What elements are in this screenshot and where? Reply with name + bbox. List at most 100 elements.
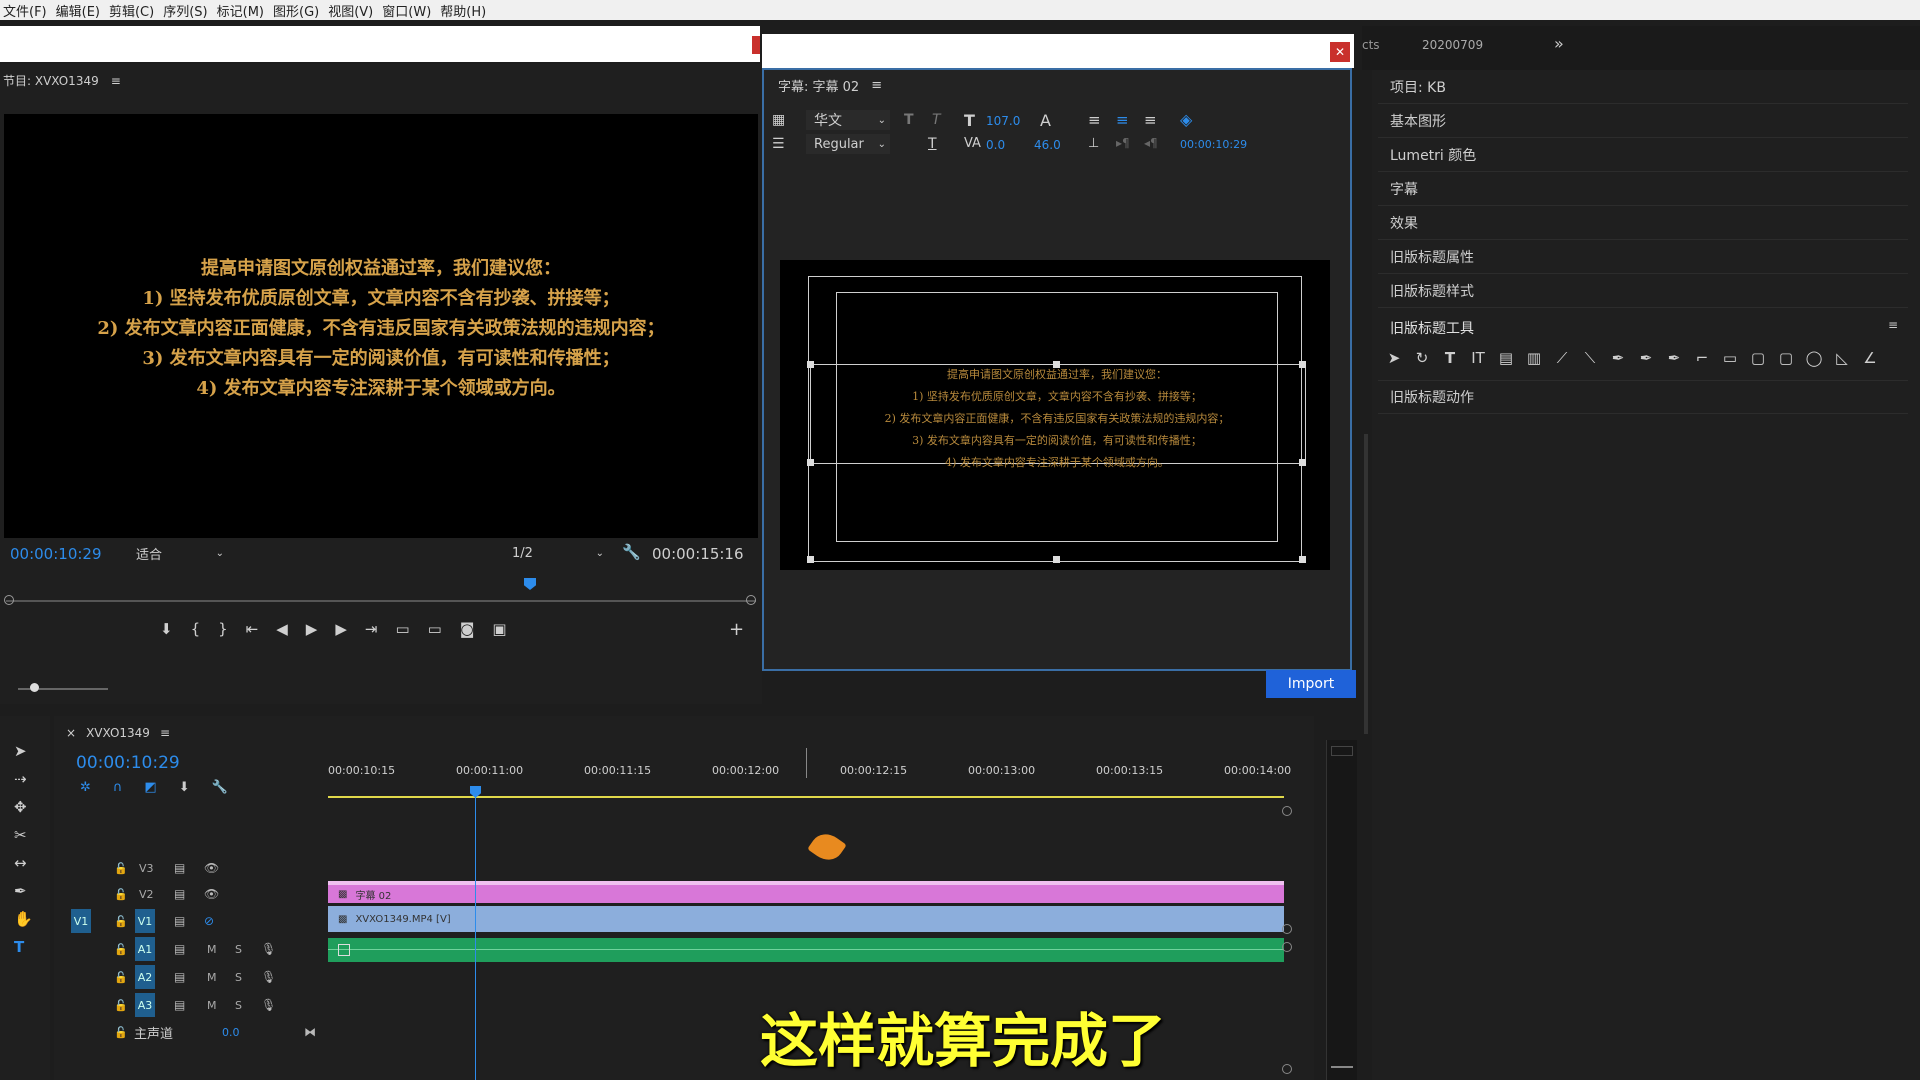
italic-icon[interactable]: T xyxy=(932,112,941,128)
kerning-value[interactable]: 0.0 xyxy=(986,138,1005,152)
microphone-icon[interactable]: 🎙 xyxy=(261,970,276,984)
tab-date[interactable]: 20200709 xyxy=(1422,38,1483,52)
eye-icon[interactable]: 👁 xyxy=(204,861,219,875)
scrub-start-handle[interactable] xyxy=(4,595,14,605)
program-timecode[interactable]: 00:00:10:29 xyxy=(10,545,102,563)
panel-menu-icon[interactable]: ≡ xyxy=(111,74,121,88)
titler-canvas[interactable]: 提高申请图文原创权益通过率，我们建议您： 1) 坚持发布优质原创文章，文章内容不… xyxy=(780,260,1330,570)
eye-icon[interactable]: 👁 xyxy=(204,887,219,901)
ellipse-tool-icon[interactable]: ◯ xyxy=(1804,348,1824,368)
align-left-icon[interactable]: ≡ xyxy=(1088,111,1101,129)
track-label-a2[interactable]: A2 xyxy=(135,965,155,989)
resize-handle[interactable] xyxy=(1299,361,1306,368)
lock-icon[interactable]: 🔓 xyxy=(114,943,128,956)
panel-item-legacy-title-properties[interactable]: 旧版标题属性 xyxy=(1378,240,1908,274)
fit-dropdown[interactable]: 适合 ⌄ xyxy=(128,543,224,563)
vertical-type-tool-icon[interactable]: IT xyxy=(1468,348,1488,368)
razor-tool-icon[interactable]: ✂ xyxy=(14,826,33,844)
resize-handle[interactable] xyxy=(1299,556,1306,563)
panel-menu-icon[interactable]: ≡ xyxy=(1888,318,1898,332)
tab-icon[interactable]: ⊥ xyxy=(1088,136,1099,151)
resize-handle[interactable] xyxy=(1053,361,1060,368)
type-tool-icon[interactable]: T xyxy=(1440,348,1460,368)
panel-menu-icon[interactable]: ≡ xyxy=(160,726,170,740)
solo-button[interactable]: S xyxy=(235,971,242,984)
resize-handle[interactable] xyxy=(807,556,814,563)
scrub-bar[interactable] xyxy=(6,600,756,602)
close-icon[interactable]: × xyxy=(66,726,76,740)
scrub-end-handle[interactable] xyxy=(746,595,756,605)
menu-window[interactable]: 窗口(W) xyxy=(382,1,431,20)
bold-icon[interactable]: T xyxy=(904,112,914,128)
vertical-path-type-tool-icon[interactable]: ⟍ xyxy=(1580,348,1600,368)
panel-item-project[interactable]: 项目: KB xyxy=(1378,70,1908,104)
vertical-area-type-tool-icon[interactable]: ▥ xyxy=(1524,348,1544,368)
import-button[interactable]: Import xyxy=(1266,670,1356,698)
step-back-icon[interactable]: ◀ xyxy=(276,620,288,638)
camera-icon[interactable]: ◙ xyxy=(460,620,475,638)
microphone-icon[interactable]: 🎙 xyxy=(261,942,276,956)
track-label-a3[interactable]: A3 xyxy=(135,993,155,1017)
selection-tool-icon[interactable]: ➤ xyxy=(14,742,33,760)
resize-handle[interactable] xyxy=(807,361,814,368)
audio-clip[interactable] xyxy=(328,938,1284,962)
wrench-icon[interactable]: 🔧 xyxy=(622,543,641,561)
tab-partial[interactable]: cts xyxy=(1362,38,1380,52)
add-marker-icon[interactable]: ⬇ xyxy=(179,780,190,795)
timeline-playhead[interactable] xyxy=(475,792,476,1080)
path-type-tool-icon[interactable]: ⟋ xyxy=(1552,348,1572,368)
clipped-corner-rectangle-tool-icon[interactable]: ▢ xyxy=(1776,348,1796,368)
panel-item-essential-graphics[interactable]: 基本图形 xyxy=(1378,104,1908,138)
ripple-edit-tool-icon[interactable]: ✥ xyxy=(14,798,33,816)
source-patch-v1[interactable]: V1 xyxy=(71,909,91,933)
master-volume-value[interactable]: 0.0 xyxy=(222,1026,240,1039)
area-type-tool-icon[interactable]: ▤ xyxy=(1496,348,1516,368)
go-to-end-icon[interactable]: ⧓ xyxy=(304,1025,316,1039)
pen-tool-icon[interactable]: ✒ xyxy=(14,882,33,900)
titler-timecode[interactable]: 00:00:10:29 xyxy=(1180,138,1247,151)
track-select-tool-icon[interactable]: ⇢ xyxy=(14,770,33,788)
tab-stops-icon[interactable]: ☰ xyxy=(772,136,785,152)
lock-icon[interactable]: 🔓 xyxy=(114,915,128,928)
scroll-handle[interactable] xyxy=(1282,924,1292,934)
track-label-v1[interactable]: V1 xyxy=(135,909,155,933)
add-button-icon[interactable]: + xyxy=(729,619,744,640)
lock-icon[interactable]: 🔓 xyxy=(114,971,128,984)
chevron-double-right-icon[interactable]: » xyxy=(1554,34,1564,53)
wrench-icon[interactable]: 🔧 xyxy=(212,780,228,795)
extract-icon[interactable]: ▭ xyxy=(428,620,442,638)
menu-clip[interactable]: 剪辑(C) xyxy=(109,1,154,20)
align-right-icon[interactable]: ≡ xyxy=(1144,111,1157,129)
background-video-icon[interactable]: ▦ xyxy=(772,112,785,128)
play-icon[interactable]: ▶ xyxy=(306,620,318,638)
font-size-value[interactable]: 107.0 xyxy=(986,114,1020,128)
selection-tool-icon[interactable]: ➤ xyxy=(1384,348,1404,368)
menu-sequence[interactable]: 序列(S) xyxy=(163,1,207,20)
panel-item-legacy-title-styles[interactable]: 旧版标题样式 xyxy=(1378,274,1908,308)
mute-button[interactable]: M xyxy=(207,943,217,956)
track-label-a1[interactable]: A1 xyxy=(135,937,155,961)
microphone-icon[interactable]: 🎙 xyxy=(261,998,276,1012)
solo-button[interactable]: S xyxy=(235,943,242,956)
menu-file[interactable]: 文件(F) xyxy=(3,1,47,20)
font-family-dropdown[interactable]: 华文 ⌄ xyxy=(806,110,890,130)
rounded-rectangle-tool-icon[interactable]: ▢ xyxy=(1748,348,1768,368)
menu-marker[interactable]: 标记(M) xyxy=(217,1,264,20)
sync-lock-icon[interactable]: ▤ xyxy=(174,914,185,928)
sync-lock-icon[interactable]: ▤ xyxy=(174,998,185,1012)
linked-selection-icon[interactable]: ◩ xyxy=(144,780,156,795)
convert-anchor-tool-icon[interactable]: ⌐ xyxy=(1692,348,1712,368)
mute-button[interactable]: M xyxy=(207,971,217,984)
panel-menu-icon[interactable]: ≡ xyxy=(871,78,882,93)
lift-icon[interactable]: ▭ xyxy=(395,620,409,638)
type-tool-icon[interactable]: T xyxy=(14,938,33,956)
leading-value[interactable]: 46.0 xyxy=(1034,138,1061,152)
menu-graphics[interactable]: 图形(G) xyxy=(273,1,319,20)
hand-tool-icon[interactable]: ✋ xyxy=(14,910,33,928)
add-marker-icon[interactable]: ⬇ xyxy=(160,620,173,638)
mute-button[interactable]: M xyxy=(207,999,217,1012)
show-video-icon[interactable]: ◈ xyxy=(1180,110,1192,129)
sync-lock-icon[interactable]: ▤ xyxy=(174,970,185,984)
lock-icon[interactable]: 🔓 xyxy=(114,862,128,875)
playhead-marker[interactable] xyxy=(524,578,536,590)
